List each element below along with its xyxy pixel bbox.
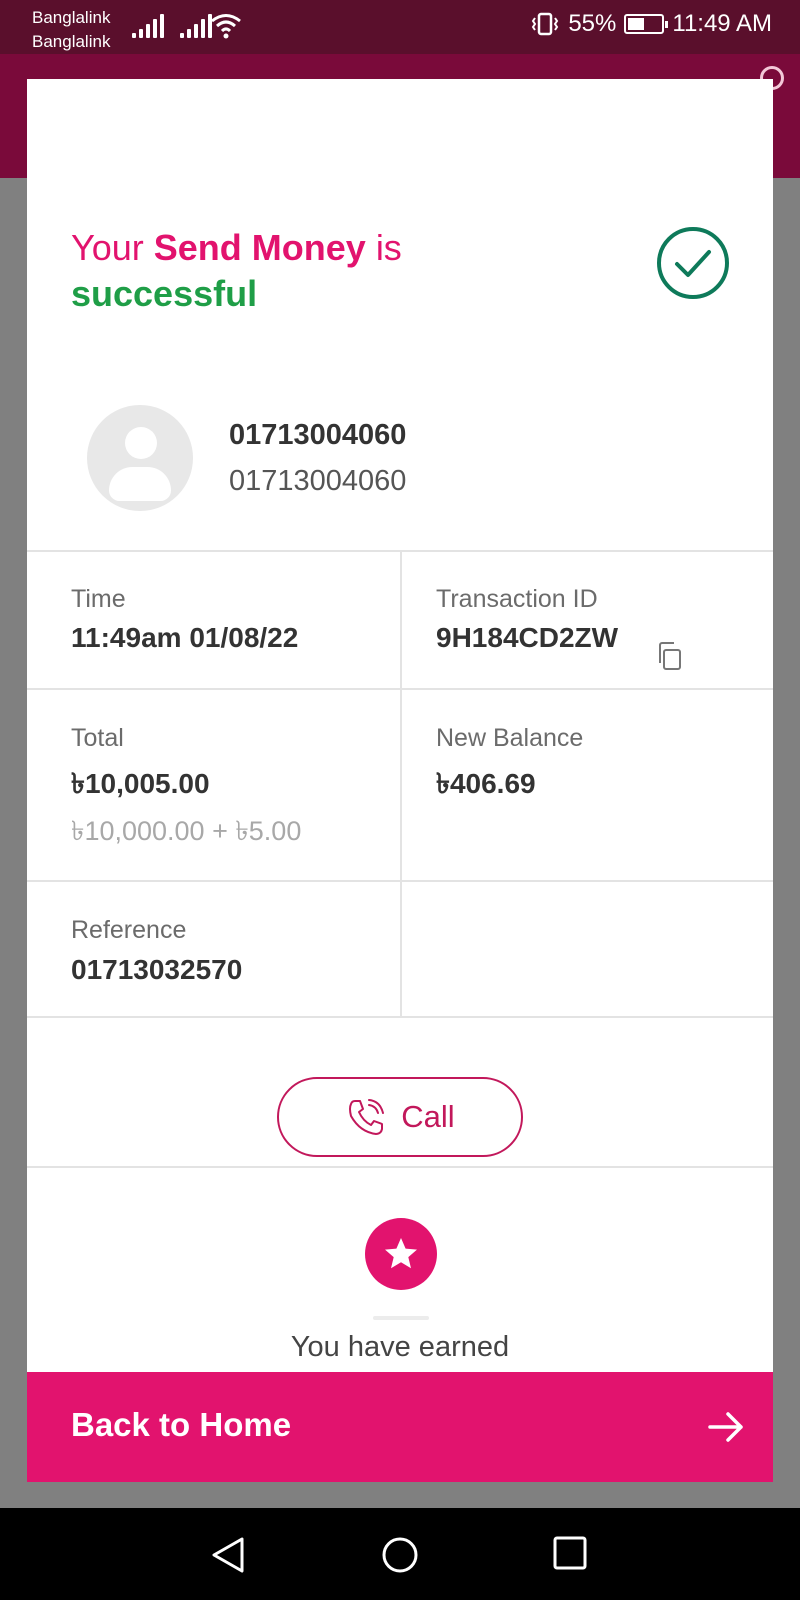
reference-value: 01713032570	[71, 954, 243, 985]
star-icon	[385, 1238, 417, 1269]
time-value: 11:49am 01/08/22	[71, 622, 299, 653]
phone-icon	[349, 1099, 385, 1135]
divider	[400, 550, 402, 1017]
call-button[interactable]: Call	[277, 1077, 523, 1157]
wifi-icon	[211, 14, 241, 39]
checkmark-circle-icon	[657, 227, 729, 299]
home-nav-icon[interactable]	[381, 1536, 419, 1574]
status-bar: Banglalink Banglalink 55% 11:49 AM	[0, 0, 800, 54]
title-prefix: Your	[71, 227, 144, 268]
back-to-home-label: Back to Home	[71, 1406, 292, 1443]
back-nav-icon[interactable]	[210, 1536, 246, 1574]
call-label: Call	[401, 1099, 455, 1134]
total-value: ৳10,005.00	[71, 768, 210, 799]
signal-icon	[180, 14, 212, 38]
reward-badge	[365, 1218, 437, 1290]
total-breakdown: ৳10,000.00 + ৳5.00	[71, 816, 302, 846]
recents-nav-icon[interactable]	[553, 1536, 587, 1570]
signal-icon	[132, 14, 164, 38]
recipient-number: 01713004060	[229, 465, 407, 497]
send-money-result-card: Your Send Money is successful 0171300406…	[27, 79, 773, 1482]
recipient-name: 01713004060	[229, 419, 407, 451]
carrier-names: Banglalink Banglalink	[32, 6, 110, 54]
copy-icon[interactable]	[655, 641, 683, 671]
divider	[27, 1166, 773, 1168]
carrier-1: Banglalink	[32, 8, 111, 27]
battery-percent: 55%	[568, 10, 617, 37]
new-balance-value: ৳406.69	[436, 768, 536, 799]
time-label: Time	[71, 585, 126, 613]
clock: 11:49 AM	[672, 10, 772, 37]
transaction-id-label: Transaction ID	[436, 585, 598, 613]
avatar-icon	[87, 405, 193, 511]
title-mid: is	[375, 227, 402, 268]
result-title: Your Send Money is successful	[71, 225, 402, 317]
transaction-id-value: 9H184CD2ZW	[436, 622, 619, 653]
new-balance-label: New Balance	[436, 724, 584, 752]
status-right: 55% 11:49 AM	[530, 10, 772, 38]
earned-divider	[373, 1316, 429, 1320]
vibrate-icon	[532, 12, 559, 36]
total-label: Total	[71, 724, 124, 752]
battery-icon	[624, 14, 669, 34]
carrier-2: Banglalink	[32, 32, 111, 51]
title-status: successful	[71, 273, 258, 314]
earned-text: You have earned	[290, 1331, 510, 1363]
reference-label: Reference	[71, 916, 187, 944]
navigation-bar	[0, 1508, 800, 1600]
arrow-right-icon	[708, 1412, 743, 1442]
back-to-home-button[interactable]: Back to Home	[27, 1372, 773, 1482]
title-action: Send Money	[153, 227, 366, 268]
